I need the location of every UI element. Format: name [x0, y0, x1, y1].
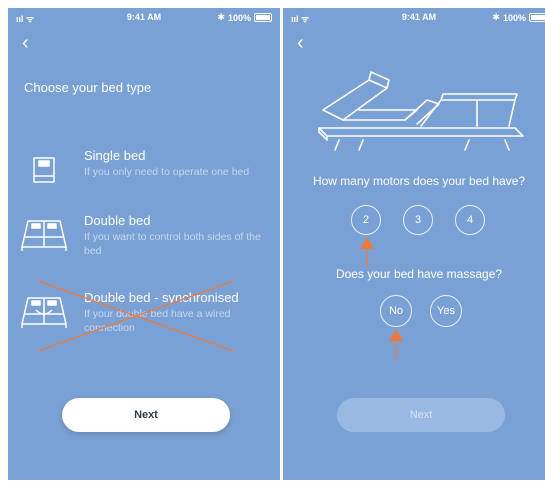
motor-option-4[interactable]: 4: [455, 205, 485, 235]
battery-percent: 100%: [227, 12, 251, 23]
battery-status: ✱ 100%: [217, 12, 272, 23]
bed-type-screen: ııl ᯤ 9:41 AM ✱ 100% ‹ Choose your bed t…: [8, 8, 280, 480]
next-button[interactable]: Next: [62, 398, 230, 432]
massage-option-no[interactable]: No: [380, 295, 412, 327]
option-title: Double bed - synchronised: [84, 290, 239, 305]
back-chevron-icon[interactable]: ‹: [22, 33, 38, 53]
battery-icon: [529, 13, 545, 22]
battery-percent: 100%: [502, 12, 526, 23]
status-bar: ııl ᯤ 9:41 AM ✱ 100%: [283, 11, 545, 25]
option-title: Single bed: [84, 148, 146, 163]
next-button-disabled[interactable]: Next: [337, 398, 505, 432]
option-description: If your double bed have a wired connecti…: [84, 308, 231, 334]
massage-question: Does your bed have massage?: [335, 267, 503, 281]
option-double-bed[interactable]: Double bed If you want to control both s…: [18, 213, 270, 265]
annotation-arrow-icon: [360, 237, 374, 268]
option-description: If you only need to operate one bed: [84, 166, 250, 178]
motor-option-3[interactable]: 3: [403, 205, 433, 235]
motors-question: How many motors does your bed have?: [312, 174, 526, 188]
bed-config-screen: ııl ᯤ 9:41 AM ✱ 100% ‹ How many motors d…: [283, 8, 545, 480]
option-title: Double bed: [84, 213, 151, 228]
back-chevron-icon[interactable]: ‹: [297, 33, 313, 53]
battery-status: ✱ 100%: [492, 12, 545, 23]
bluetooth-icon: ✱: [217, 12, 225, 22]
option-description: If you want to control both sides of the…: [84, 231, 261, 257]
single-bed-icon: [33, 157, 55, 183]
annotation-arrow-icon: [389, 329, 403, 360]
motor-option-2[interactable]: 2: [351, 205, 381, 235]
page-title: Choose your bed type: [24, 80, 152, 95]
synchronised-bed-icon: [21, 297, 67, 328]
adjustable-bed-illustration: [318, 71, 524, 151]
massage-option-yes[interactable]: Yes: [430, 295, 462, 327]
option-single-bed[interactable]: Single bed If you only need to operate o…: [18, 148, 270, 200]
status-bar: ııl ᯤ 9:41 AM ✱ 100%: [8, 11, 280, 25]
bluetooth-icon: ✱: [492, 12, 500, 22]
battery-icon: [254, 13, 272, 22]
option-double-bed-synchronised[interactable]: Double bed - synchronised If your double…: [18, 290, 270, 342]
double-bed-icon: [21, 220, 67, 251]
